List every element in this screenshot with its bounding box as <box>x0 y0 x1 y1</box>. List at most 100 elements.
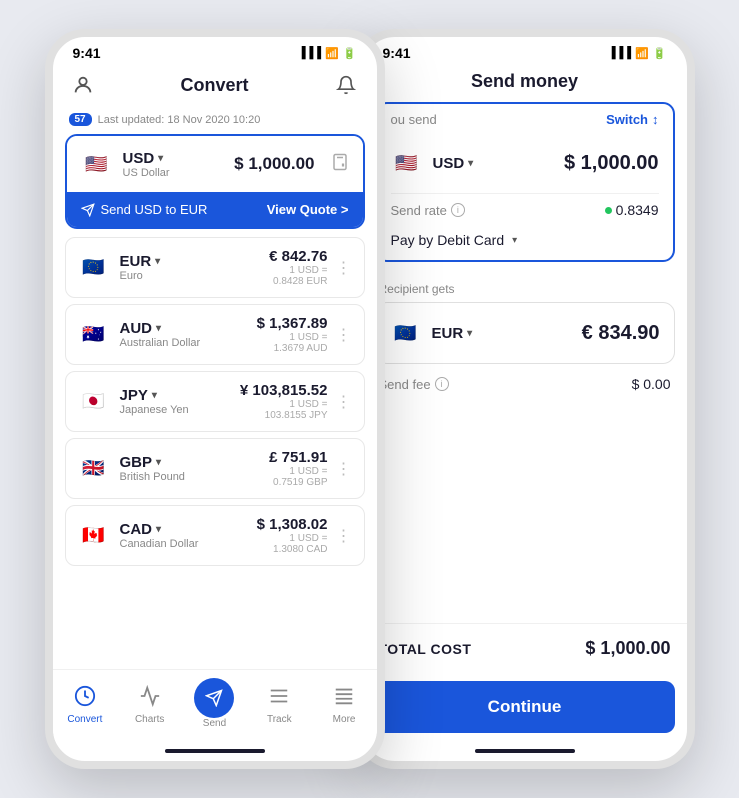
rate-dot <box>605 207 612 214</box>
send-screen: ou send Switch ↕ 🇺🇸 USD ▾ <box>363 102 687 745</box>
cad-flag: 🇨🇦 <box>78 520 110 552</box>
pay-by-row[interactable]: Pay by Debit Card ▾ <box>377 226 673 260</box>
usd-amount-area: $ 1,000.00 <box>234 153 348 176</box>
eur-rate: 1 USD = 0.8428 EUR <box>269 265 327 287</box>
signal-icon: ▐▐▐ <box>298 47 321 59</box>
list-item[interactable]: 🇯🇵 JPY ▾ Japanese Yen ¥ 103,815.52 1 USD… <box>65 371 365 432</box>
home-indicator-right <box>475 749 575 753</box>
fee-info-icon[interactable]: i <box>435 377 449 391</box>
gbp-dots[interactable]: ⋮ <box>336 459 352 479</box>
left-phone: 9:41 ▐▐▐ 📶 🔋 Convert 57 <box>45 29 385 769</box>
send-fee-label: Send fee i <box>379 377 449 392</box>
more-icon <box>330 682 358 710</box>
profile-icon[interactable] <box>69 71 97 99</box>
view-quote-btn[interactable]: View Quote > <box>267 202 349 217</box>
recipient-amount: € 834.90 <box>582 322 660 345</box>
cad-amount: $ 1,308.02 <box>257 516 328 533</box>
list-item[interactable]: 🇬🇧 GBP ▾ British Pound £ 751.91 1 USD = … <box>65 438 365 499</box>
cad-name: Canadian Dollar <box>120 538 199 550</box>
eur-dots[interactable]: ⋮ <box>336 258 352 278</box>
cad-code: CAD ▾ <box>120 521 199 538</box>
aud-dots[interactable]: ⋮ <box>336 325 352 345</box>
wifi-icon-right: 📶 <box>635 47 649 60</box>
rate-info-icon[interactable]: i <box>451 203 465 217</box>
nav-send-label: Send <box>203 718 226 729</box>
status-bar-right: 9:41 ▐▐▐ 📶 🔋 <box>363 37 687 65</box>
you-send-header: ou send Switch ↕ <box>377 104 673 133</box>
home-indicator-left <box>165 749 265 753</box>
convert-icon <box>71 682 99 710</box>
aud-name: Australian Dollar <box>120 337 201 349</box>
jpy-info: JPY ▾ Japanese Yen <box>120 387 189 416</box>
eur-info: EUR ▾ Euro <box>120 253 161 282</box>
list-item[interactable]: 🇪🇺 EUR ▾ Euro € 842.76 1 USD = 0.8428 EU… <box>65 237 365 298</box>
usd-name: US Dollar <box>123 167 170 179</box>
nav-convert-label: Convert <box>67 714 102 725</box>
gbp-amount: £ 751.91 <box>269 449 327 466</box>
total-cost-bar: TOTAL COST $ 1,000.00 <box>363 623 687 673</box>
jpy-code: JPY ▾ <box>120 387 189 404</box>
usd-flag: 🇺🇸 <box>81 148 113 180</box>
cad-dots[interactable]: ⋮ <box>336 526 352 546</box>
jpy-dots[interactable]: ⋮ <box>336 392 352 412</box>
eur-code: EUR ▾ <box>120 253 161 270</box>
send-rate-value: 0.8349 <box>605 202 659 218</box>
battery-icon: 🔋 <box>343 47 357 60</box>
nav-track[interactable]: Track <box>254 682 304 725</box>
nav-charts-label: Charts <box>135 714 164 725</box>
wifi-icon: 📶 <box>325 47 339 60</box>
sender-code[interactable]: USD ▾ <box>433 155 474 172</box>
eur-amount: € 842.76 <box>269 248 327 265</box>
switch-button[interactable]: Switch ↕ <box>606 112 658 127</box>
jpy-amount-area: ¥ 103,815.52 1 USD = 103.8155 JPY <box>240 382 328 421</box>
usd-amount: $ 1,000.00 <box>234 154 314 174</box>
sender-currency-row: 🇺🇸 USD ▾ $ 1,000.00 <box>377 133 673 193</box>
gbp-row-right: £ 751.91 1 USD = 0.7519 GBP ⋮ <box>269 449 351 488</box>
continue-button[interactable]: Continue <box>375 681 675 733</box>
usd-info: USD ▾ US Dollar <box>123 150 170 179</box>
recipient-currency-left: 🇪🇺 EUR ▾ <box>390 317 473 349</box>
usd-code: USD ▾ <box>123 150 170 167</box>
status-icons-right: ▐▐▐ 📶 🔋 <box>608 47 667 60</box>
gbp-code: GBP ▾ <box>120 454 185 471</box>
nav-convert[interactable]: Convert <box>60 682 110 725</box>
nav-more[interactable]: More <box>319 682 369 725</box>
jpy-row-left: 🇯🇵 JPY ▾ Japanese Yen <box>78 386 189 418</box>
page-title-left: Convert <box>180 75 248 96</box>
recipient-section: Recipient gets 🇪🇺 EUR ▾ € 834.90 <box>363 272 687 364</box>
battery-icon-right: 🔋 <box>653 47 667 60</box>
aud-code: AUD ▾ <box>120 320 201 337</box>
last-updated-bar: 57 Last updated: 18 Nov 2020 10:20 <box>53 109 377 134</box>
list-item[interactable]: 🇦🇺 AUD ▾ Australian Dollar $ 1,367.89 1 … <box>65 304 365 365</box>
total-cost-value: $ 1,000.00 <box>585 638 670 659</box>
aud-amount: $ 1,367.89 <box>257 315 328 332</box>
recipient-card: 🇪🇺 EUR ▾ € 834.90 <box>375 302 675 364</box>
jpy-name: Japanese Yen <box>120 404 189 416</box>
send-quote-bar[interactable]: Send USD to EUR View Quote > <box>67 192 363 227</box>
eur-row-left: 🇪🇺 EUR ▾ Euro <box>78 252 161 284</box>
send-fee-value: $ 0.00 <box>632 376 671 392</box>
recipient-currency-row: 🇪🇺 EUR ▾ € 834.90 <box>376 303 674 363</box>
recipient-gets-label: Recipient gets <box>363 272 687 302</box>
send-rate-label: Send rate i <box>391 203 465 218</box>
last-updated-text: Last updated: 18 Nov 2020 10:20 <box>98 114 261 126</box>
aud-info: AUD ▾ Australian Dollar <box>120 320 201 349</box>
gbp-info: GBP ▾ British Pound <box>120 454 185 483</box>
recipient-code[interactable]: EUR ▾ <box>432 325 473 342</box>
rate-row: Send rate i 0.8349 <box>377 194 673 226</box>
nav-send[interactable]: Send <box>189 678 239 729</box>
list-item[interactable]: 🇨🇦 CAD ▾ Canadian Dollar $ 1,308.02 1 US… <box>65 505 365 566</box>
cad-row-left: 🇨🇦 CAD ▾ Canadian Dollar <box>78 520 199 552</box>
aud-flag: 🇦🇺 <box>78 319 110 351</box>
bell-icon[interactable] <box>332 71 360 99</box>
sender-currency-left: 🇺🇸 USD ▾ <box>391 147 474 179</box>
eur-amount-area: € 842.76 1 USD = 0.8428 EUR <box>269 248 327 287</box>
send-label: Send USD to EUR <box>81 202 208 217</box>
gbp-rate: 1 USD = 0.7519 GBP <box>269 466 327 488</box>
send-icon <box>194 678 234 718</box>
nav-charts[interactable]: Charts <box>125 682 175 725</box>
calculator-icon[interactable] <box>331 153 349 176</box>
sender-amount: $ 1,000.00 <box>564 152 659 175</box>
cad-row-right: $ 1,308.02 1 USD = 1.3080 CAD ⋮ <box>257 516 352 555</box>
main-currency-card[interactable]: 🇺🇸 USD ▾ US Dollar $ 1,000.00 <box>65 134 365 229</box>
